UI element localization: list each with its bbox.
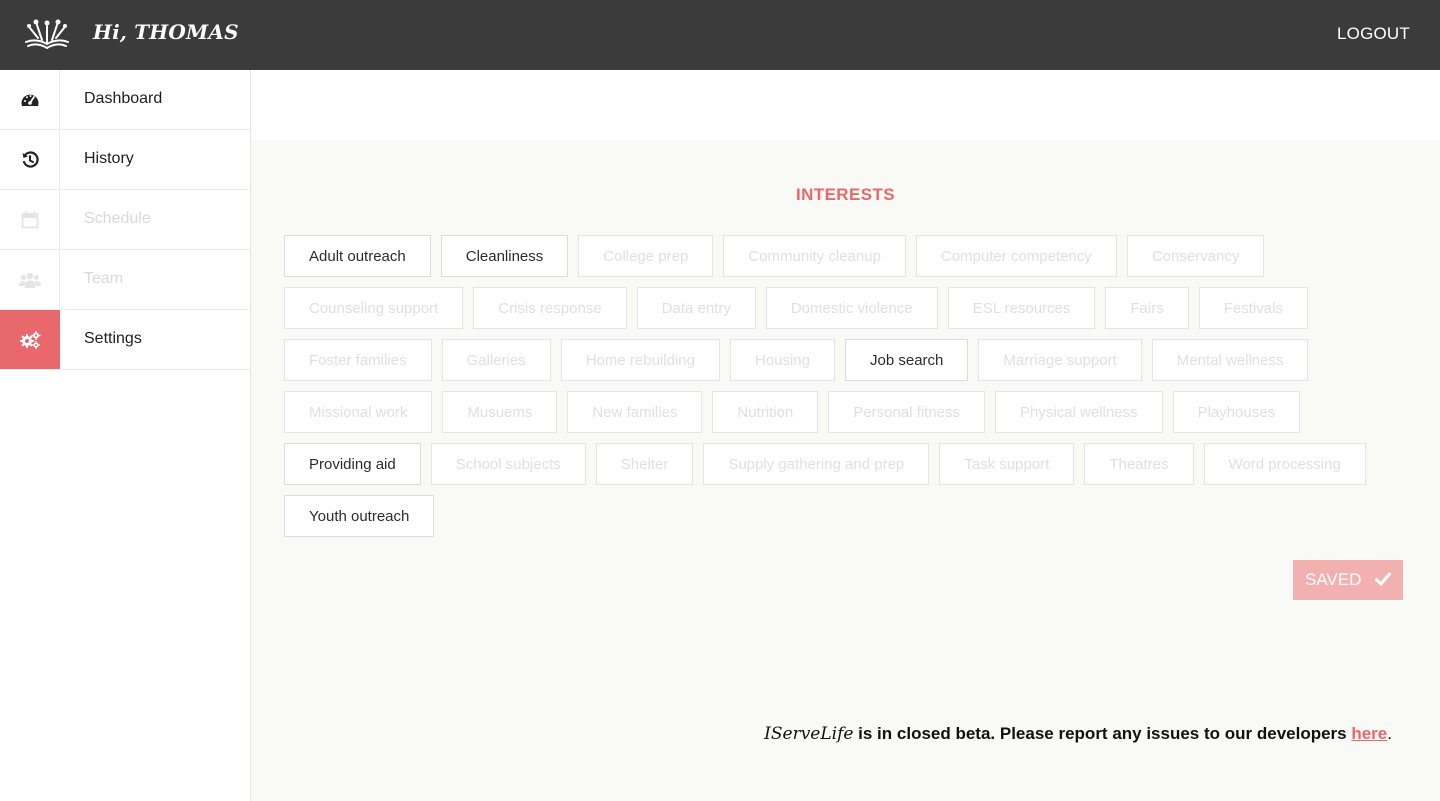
sidebar-item-history[interactable]: History xyxy=(0,130,250,190)
interest-chip[interactable]: Playhouses xyxy=(1172,391,1301,433)
interest-chip[interactable]: Job search xyxy=(845,339,969,381)
page-title: INTERESTS xyxy=(795,185,895,204)
interest-chip[interactable]: Task support xyxy=(939,443,1075,485)
interest-chip[interactable]: Shelter xyxy=(595,443,694,485)
sidebar-item-label: Settings xyxy=(84,330,142,347)
gears-icon xyxy=(0,310,60,369)
sidebar-item-label: Schedule xyxy=(84,210,151,227)
saved-button[interactable]: SAVED xyxy=(1293,560,1403,600)
sidebar-item-settings[interactable]: Settings xyxy=(0,310,250,370)
sidebar-item-team[interactable]: Team xyxy=(0,250,250,310)
interest-chip[interactable]: Housing xyxy=(729,339,835,381)
interest-chip[interactable]: Computer competency xyxy=(915,235,1117,277)
interest-chip[interactable]: Musuems xyxy=(442,391,558,433)
interest-chip[interactable]: Theatres xyxy=(1084,443,1194,485)
main-content: INTERESTS Adult outreach Cleanliness Colle… xyxy=(251,140,1440,801)
interest-chip[interactable]: Home rebuilding xyxy=(560,339,720,381)
interest-chip[interactable]: Community cleanup xyxy=(723,235,906,277)
interest-chip[interactable]: Physical wellness xyxy=(995,391,1163,433)
interest-chip[interactable]: Providing aid xyxy=(284,443,421,485)
sidebar-item-dashboard[interactable]: Dashboard xyxy=(0,70,250,130)
team-icon xyxy=(0,250,60,309)
report-issues-link[interactable]: here xyxy=(1351,724,1387,743)
interest-chip[interactable]: Nutrition xyxy=(712,391,819,433)
sidebar-item-label: Dashboard xyxy=(84,90,163,107)
user-greeting: Hi, THOMAS xyxy=(93,20,239,44)
beta-message: is in closed beta. Please report any iss… xyxy=(853,724,1352,743)
open-book-logo-icon[interactable] xyxy=(24,16,70,50)
calendar-icon xyxy=(0,190,60,249)
sidebar: Dashboard History Schedule Team Settings xyxy=(0,70,251,801)
saved-label: SAVED xyxy=(1305,570,1362,589)
sidebar-item-label: Team xyxy=(84,270,124,287)
interest-chip[interactable]: Missional work xyxy=(284,391,433,433)
interest-chip[interactable]: Supply gathering and prep xyxy=(703,443,930,485)
sidebar-item-schedule[interactable]: Schedule xyxy=(0,190,250,250)
interest-chip[interactable]: Adult outreach xyxy=(284,235,431,277)
interest-chip[interactable]: Domestic violence xyxy=(765,287,938,329)
interest-chip[interactable]: Foster families xyxy=(284,339,432,381)
interest-chip[interactable]: Data entry xyxy=(636,287,756,329)
interest-chip[interactable]: Mental wellness xyxy=(1151,339,1309,381)
interest-chip[interactable]: Cleanliness xyxy=(440,235,569,277)
interest-chip[interactable]: New families xyxy=(567,391,703,433)
interest-chip[interactable]: Youth outreach xyxy=(284,495,435,537)
top-bar: Hi, THOMAS LOGOUT xyxy=(0,0,1440,70)
interest-chip[interactable]: Crisis response xyxy=(473,287,627,329)
interest-chip[interactable]: ESL resources xyxy=(947,287,1096,329)
brand-name: IServeLife xyxy=(764,724,854,744)
footer-period: . xyxy=(1387,724,1392,743)
dashboard-icon xyxy=(0,70,60,129)
interest-chip[interactable]: Fairs xyxy=(1105,287,1189,329)
beta-notice: IServeLife is in closed beta. Please rep… xyxy=(764,724,1392,744)
interest-chip[interactable]: Counseling support xyxy=(284,287,464,329)
main-header xyxy=(251,70,1440,140)
interest-chip[interactable]: Festivals xyxy=(1198,287,1308,329)
interest-chip[interactable]: Conservancy xyxy=(1126,235,1265,277)
interest-chip[interactable]: Word processing xyxy=(1203,443,1366,485)
interest-chip[interactable]: School subjects xyxy=(430,443,586,485)
interests-list: Adult outreach Cleanliness College prep Com… xyxy=(284,235,1394,547)
interest-chip[interactable]: Personal fitness xyxy=(828,391,986,433)
checkmark-icon xyxy=(1375,572,1391,586)
sidebar-item-label: History xyxy=(84,150,134,167)
interest-chip[interactable]: College prep xyxy=(578,235,714,277)
interest-chip[interactable]: Marriage support xyxy=(978,339,1142,381)
interest-chip[interactable]: Galleries xyxy=(441,339,551,381)
logout-button[interactable]: LOGOUT xyxy=(1337,24,1410,44)
history-icon xyxy=(0,130,60,189)
